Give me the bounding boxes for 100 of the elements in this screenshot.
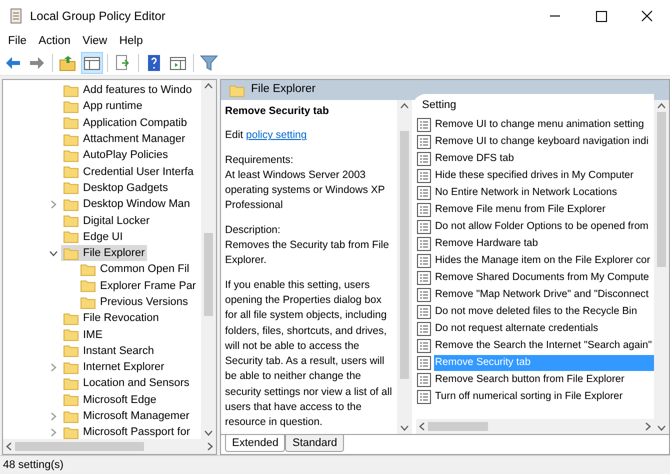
setting-row[interactable]: Remove File menu from File Explorer — [434, 202, 654, 218]
section-heading: Requirements: — [225, 152, 294, 168]
folder-icon — [63, 196, 79, 212]
policy-icon — [416, 372, 432, 388]
tree-item[interactable]: AutoPlay Policies — [61, 147, 170, 164]
menu-item[interactable]: View — [76, 32, 114, 50]
setting-row[interactable]: Do not request alternate credentials — [434, 320, 654, 336]
window-title: Local Group Policy Editor — [30, 8, 166, 25]
policy-icon — [416, 184, 432, 200]
folder-icon — [63, 327, 79, 342]
view-tab[interactable]: Standard — [285, 435, 344, 452]
section-text: If you enable this setting, users opening the Properties dialog box for all file system objects, including folders, files, shortcuts, and drives, will not be able to access the Security tab. As a result, users will be able to neither change the security settings nor view a list of all users that have access to the resource in question. — [225, 278, 393, 430]
horizontal-scrollbar[interactable] — [416, 419, 654, 434]
tree-item[interactable]: Common Open Fil — [78, 261, 192, 278]
scrollbar-thumb[interactable] — [15, 442, 144, 451]
edit-setting-text: Edit policy setting — [225, 128, 308, 144]
setting-row[interactable]: Remove "Map Network Drive" and "Disconnect — [434, 286, 654, 302]
setting-title: Remove Security tab — [225, 104, 330, 119]
policy-icon — [416, 388, 432, 404]
tree-item[interactable]: Edge UI — [61, 228, 125, 245]
folder-icon — [63, 408, 79, 424]
setting-row[interactable]: Turn off numerical sorting in File Explorer — [434, 388, 654, 404]
view-tab[interactable]: Extended — [225, 435, 286, 452]
setting-row[interactable]: No Entire Network in Network Locations — [434, 184, 654, 200]
setting-row[interactable]: Do not allow Folder Options to be opened from — [434, 218, 654, 234]
setting-row[interactable]: Remove Search button from File Explorer — [434, 372, 654, 388]
tree-item[interactable]: Add features to Windo — [61, 82, 194, 98]
scrollbar-thumb[interactable] — [204, 232, 213, 316]
folder-icon — [63, 148, 79, 163]
tree-item[interactable]: Microsoft Edge — [61, 392, 158, 408]
vertical-scrollbar[interactable] — [654, 100, 669, 434]
setting-row[interactable]: Remove the Search the Internet "Search again" — [434, 338, 654, 354]
tree-item[interactable]: Credential User Interfa — [61, 164, 196, 180]
section-heading: Description: — [225, 222, 282, 238]
folder-up-icon — [59, 54, 77, 72]
folder-icon — [63, 392, 79, 408]
filter-icon — [200, 54, 218, 72]
tree-item[interactable]: IME — [61, 326, 105, 343]
policy-icon — [416, 202, 432, 218]
horizontal-scrollbar[interactable] — [3, 439, 216, 454]
setting-row[interactable]: Hide these specified drives in My Computer — [434, 168, 654, 184]
expand-chevron-icon[interactable] — [48, 362, 58, 372]
tree-item[interactable]: File Revocation — [61, 310, 161, 326]
tree-item[interactable]: File Explorer — [61, 245, 147, 262]
policy-icon — [416, 218, 432, 234]
policy-icon — [416, 304, 432, 320]
policy-icon — [416, 252, 432, 268]
policy-icon — [416, 270, 432, 286]
scrollbar-thumb[interactable] — [400, 130, 409, 379]
tree-item[interactable]: App runtime — [61, 98, 144, 114]
policy-icon — [416, 338, 432, 354]
policy-icon — [416, 134, 432, 150]
tree-item[interactable]: Microsoft Managemer — [61, 408, 192, 424]
export-list-icon — [114, 54, 132, 72]
tree-item[interactable]: Instant Search — [61, 342, 156, 359]
vertical-scrollbar[interactable] — [201, 80, 216, 439]
menu-item[interactable]: Help — [113, 32, 149, 50]
setting-row[interactable]: Hides the Manage item on the File Explorer cor — [434, 252, 654, 268]
policy-icon — [416, 354, 432, 370]
tree-item[interactable]: Desktop Gadgets — [61, 180, 170, 196]
policy-icon — [416, 320, 432, 336]
scrollbar-thumb[interactable] — [657, 112, 666, 267]
policy-icon — [416, 150, 432, 166]
folder-icon — [63, 360, 79, 375]
folder-icon — [80, 278, 96, 294]
status-text: 48 setting(s) — [0, 455, 670, 474]
setting-row[interactable]: Remove UI to change keyboard navigation indi — [434, 134, 654, 150]
expand-chevron-icon[interactable] — [48, 412, 58, 421]
setting-row[interactable]: Remove DFS tab — [434, 150, 654, 166]
expand-chevron-icon[interactable] — [48, 200, 58, 209]
folder-icon — [63, 213, 79, 228]
tree-item[interactable]: Previous Versions — [78, 294, 190, 310]
tree-item[interactable]: Application Compatib — [61, 114, 189, 131]
policy-icon — [416, 116, 432, 132]
tree-item[interactable]: Desktop Window Man — [61, 196, 192, 212]
tree-item[interactable]: Explorer Frame Par — [78, 278, 198, 294]
expand-chevron-icon[interactable] — [48, 428, 58, 437]
tree-item[interactable]: Digital Locker — [61, 212, 152, 229]
setting-row[interactable]: Remove Shared Documents from My Compute — [434, 270, 654, 286]
scrollbar-thumb[interactable] — [428, 422, 488, 431]
tree-item[interactable]: Microsoft Passport for — [61, 424, 192, 439]
tree-item[interactable]: Location and Sensors — [61, 375, 192, 392]
folder-icon — [63, 98, 79, 114]
folder-icon — [80, 294, 96, 310]
collapse-chevron-icon[interactable] — [48, 248, 58, 258]
setting-row[interactable]: Remove Hardware tab — [434, 236, 654, 252]
setting-row[interactable]: Do not move deleted files to the Recycle Bin — [434, 304, 654, 320]
vertical-scrollbar[interactable] — [397, 100, 412, 434]
policy-setting-link[interactable]: policy setting — [246, 129, 307, 142]
app-icon — [8, 8, 24, 24]
folder-icon — [63, 376, 79, 391]
setting-row[interactable]: Remove UI to change menu animation setting — [434, 116, 654, 132]
policy-icon — [416, 286, 432, 302]
tree-item[interactable]: Internet Explorer — [61, 359, 166, 376]
tree-item[interactable]: Attachment Manager — [61, 131, 188, 148]
section-text: Removes the Security tab from File Explorer. — [225, 238, 390, 268]
tree-pane-button[interactable] — [81, 52, 103, 74]
menu-item[interactable]: Action — [32, 32, 76, 50]
menu-item[interactable]: File — [2, 32, 33, 50]
folder-icon — [63, 82, 79, 98]
